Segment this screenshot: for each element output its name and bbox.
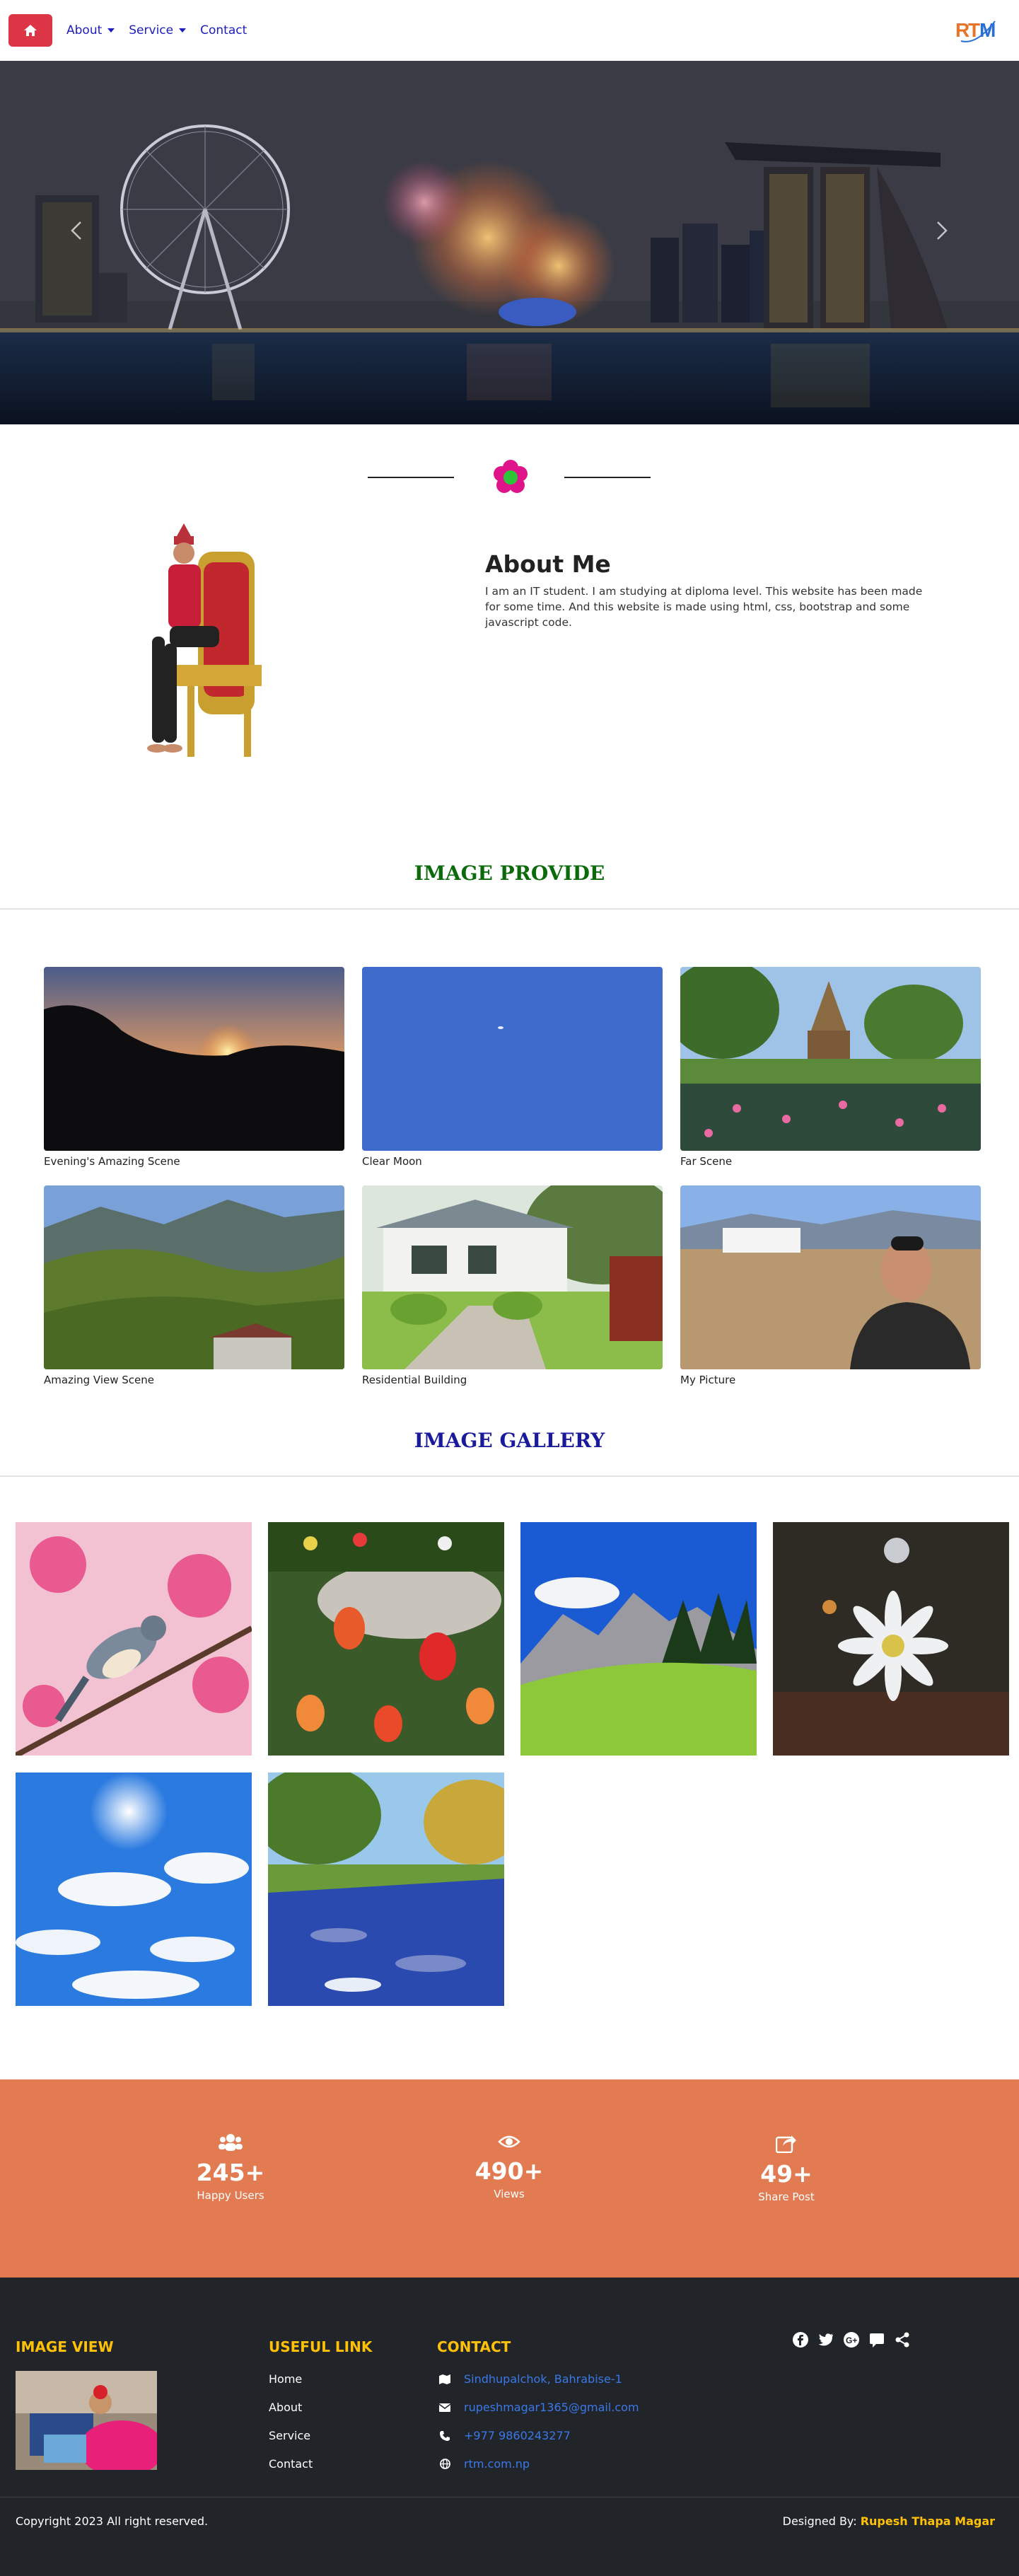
stat-value: 490+ (474, 2157, 544, 2185)
residential-building-image (362, 1185, 663, 1369)
home-button[interactable] (8, 14, 52, 47)
footer-link-service[interactable]: Service (269, 2429, 310, 2442)
card-caption: Residential Building (362, 1374, 467, 1386)
google-plus-icon[interactable]: G+ (843, 2331, 860, 2351)
provide-card[interactable]: Clear Moon (362, 967, 663, 1168)
contact-address: Sindhupalchok, Bahrabise-1 (437, 2372, 622, 2386)
designed-by-prefix: Designed By: (782, 2514, 857, 2528)
useful-link-heading: USEFUL LINK (269, 2338, 373, 2355)
contact-phone: +977 9860243277 (437, 2429, 571, 2442)
carousel-prev-button[interactable] (62, 202, 91, 259)
contact-email-link[interactable]: rupeshmagar1365@gmail.com (464, 2401, 639, 2414)
phone-icon (437, 2430, 453, 2441)
about-title: About Me (485, 550, 611, 578)
provide-card[interactable]: Far Scene (680, 967, 981, 1168)
flower-divider (368, 460, 651, 493)
stat-views: 490+ Views (438, 2133, 580, 2200)
nav-links: About Service Contact (59, 23, 254, 37)
chevron-right-icon (937, 221, 948, 240)
footer-link-home[interactable]: Home (269, 2372, 302, 2386)
home-icon (24, 25, 37, 36)
flower-icon (494, 460, 528, 493)
users-icon (219, 2134, 243, 2151)
facebook-icon[interactable] (792, 2331, 809, 2351)
nav-contact-label: Contact (200, 23, 248, 37)
clear-moon-image (362, 967, 663, 1151)
nav-about[interactable]: About (59, 23, 122, 37)
envelope-icon (437, 2403, 453, 2412)
card-caption: Evening's Amazing Scene (44, 1155, 180, 1168)
twitter-icon[interactable] (817, 2331, 834, 2351)
card-caption: Far Scene (680, 1155, 733, 1168)
svg-text:G+: G+ (846, 2336, 857, 2345)
card-caption: Amazing View Scene (44, 1374, 154, 1386)
contact-email: rupeshmagar1365@gmail.com (437, 2401, 639, 2414)
hero-carousel (0, 61, 1019, 424)
image-gallery-title: IMAGE GALLERY (414, 1429, 605, 1452)
gallery-mountain-image[interactable] (520, 1522, 757, 1756)
footer-link-about[interactable]: About (269, 2401, 302, 2414)
globe-icon (437, 2459, 453, 2469)
nav-contact[interactable]: Contact (193, 23, 254, 37)
map-icon (437, 2374, 453, 2384)
nav-service-label: Service (129, 23, 174, 37)
footer: IMAGE VIEW USEFUL LINK Home About Servic… (0, 2278, 1019, 2576)
my-picture-image (680, 1185, 981, 1369)
stat-value: 245+ (196, 2159, 265, 2186)
designed-by: Designed By: Rupesh Thapa Magar (783, 2514, 995, 2528)
carousel-next-button[interactable] (928, 202, 956, 259)
social-links: G+ (792, 2331, 911, 2351)
chevron-down-icon (179, 28, 187, 33)
contact-heading: CONTACT (437, 2338, 511, 2355)
contact-website-link[interactable]: rtm.com.np (464, 2457, 530, 2471)
site-logo[interactable]: R T M (954, 13, 998, 45)
section-divider (0, 1475, 1019, 1477)
amazing-view-image (44, 1185, 344, 1369)
gallery-bird-image[interactable] (16, 1522, 252, 1756)
chevron-left-icon (71, 221, 81, 240)
eye-icon (498, 2135, 520, 2148)
about-portrait-image (147, 523, 262, 757)
contact-phone-link[interactable]: +977 9860243277 (464, 2429, 571, 2442)
image-view-heading: IMAGE VIEW (16, 2338, 114, 2355)
nav-service[interactable]: Service (122, 23, 193, 37)
nav-about-label: About (66, 23, 103, 37)
footer-image-view[interactable] (16, 2371, 157, 2470)
section-divider (0, 908, 1019, 910)
provide-card[interactable]: Residential Building (362, 1185, 663, 1386)
navbar: About Service Contact R T M (0, 0, 1019, 61)
stat-share-post: 49+ Share Post (716, 2133, 857, 2203)
evening-scene-image (44, 967, 344, 1151)
gallery-river-image[interactable] (268, 1773, 504, 2006)
page: About Service Contact R T M About Me I a… (0, 0, 1019, 2576)
designer-name[interactable]: Rupesh Thapa Magar (861, 2514, 995, 2528)
far-scene-image (680, 967, 981, 1151)
stat-label: Happy Users (197, 2189, 264, 2202)
contact-address-link[interactable]: Sindhupalchok, Bahrabise-1 (464, 2372, 622, 2386)
provide-card[interactable]: Amazing View Scene (44, 1185, 344, 1386)
stat-label: Views (494, 2188, 525, 2200)
card-caption: My Picture (680, 1374, 736, 1386)
card-caption: Clear Moon (362, 1155, 422, 1168)
copyright-text: Copyright 2023 All right reserved. (16, 2514, 209, 2528)
gallery-sky-image[interactable] (16, 1773, 252, 2006)
stat-happy-users: 245+ Happy Users (160, 2133, 301, 2202)
chevron-down-icon (107, 28, 115, 33)
comment-icon[interactable] (868, 2331, 885, 2351)
contact-website: rtm.com.np (437, 2457, 530, 2471)
hero-image (0, 61, 1019, 424)
stats-section: 245+ Happy Users 490+ Views 49+ Share Po… (0, 2079, 1019, 2278)
share-icon (775, 2135, 796, 2154)
stat-value: 49+ (760, 2160, 813, 2188)
footer-link-contact[interactable]: Contact (269, 2457, 313, 2471)
provide-card[interactable]: Evening's Amazing Scene (44, 967, 344, 1168)
stat-label: Share Post (758, 2191, 815, 2203)
about-text: I am an IT student. I am studying at dip… (485, 585, 923, 629)
gallery-tulips-image[interactable] (268, 1522, 504, 1756)
gallery-daisy-image[interactable] (773, 1522, 1009, 1756)
provide-card[interactable]: My Picture (680, 1185, 981, 1386)
rtm-logo: R T M (955, 19, 996, 42)
image-provide-title: IMAGE PROVIDE (414, 861, 605, 885)
share-alt-icon[interactable] (894, 2331, 911, 2351)
